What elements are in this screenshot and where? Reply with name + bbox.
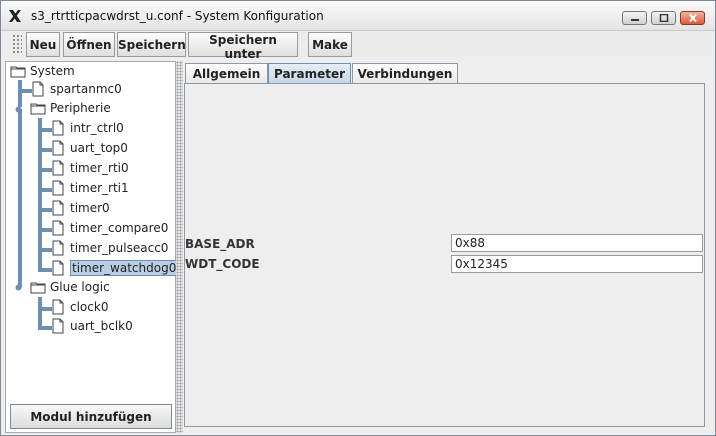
tree-node-timer-pulseacc0[interactable]: timer_pulseacc0: [50, 239, 168, 257]
toolbar-grip[interactable]: [12, 34, 22, 54]
x-window-icon: [9, 10, 21, 22]
tree-node-timer-watchdog0[interactable]: timer_watchdog0: [50, 259, 179, 277]
tree-node-label: System: [30, 64, 75, 78]
maximize-button[interactable]: [651, 11, 676, 25]
file-icon: [52, 318, 64, 334]
tree-node-label: clock0: [70, 300, 109, 314]
save-button[interactable]: Speichern: [117, 32, 186, 57]
tree-connector: [18, 80, 22, 107]
close-icon: [688, 14, 697, 22]
tab-verbindungen[interactable]: Verbindungen: [352, 63, 458, 83]
component-tree-panel: System spartanmc0 Peripherie intr_ctrl0 …: [5, 61, 179, 433]
tree-node-label: uart_top0: [70, 141, 128, 155]
file-icon: [52, 160, 64, 176]
expand-handle-icon[interactable]: [14, 283, 23, 292]
minimize-icon: [630, 19, 639, 21]
tab-allgemein[interactable]: Allgemein: [185, 63, 268, 83]
tree-node-timer-rti1[interactable]: timer_rti1: [50, 179, 129, 197]
tree-node-spartanmc0[interactable]: spartanmc0: [30, 80, 122, 98]
tree-node-label: intr_ctrl0: [70, 121, 124, 135]
parameter-panel: BASE_ADR WDT_CODE: [184, 83, 705, 427]
save-as-button[interactable]: Speichern unter: [188, 32, 298, 61]
file-icon: [52, 220, 64, 236]
param-value-base-adr[interactable]: [451, 234, 703, 252]
param-value-wdt-code[interactable]: [451, 255, 703, 273]
tree-node-label: Peripherie: [50, 101, 111, 115]
tree-node-label: timer_rti1: [70, 181, 129, 195]
tree-node-label: timer_rti0: [70, 161, 129, 175]
add-module-button[interactable]: Modul hinzufügen: [10, 404, 172, 429]
file-icon: [52, 200, 64, 216]
tree-node-label: spartanmc0: [50, 82, 122, 96]
close-button[interactable]: [680, 11, 705, 25]
make-button[interactable]: Make: [308, 32, 352, 57]
tree-node-clock0[interactable]: clock0: [50, 298, 108, 316]
tree-node-label: Glue logic: [50, 280, 110, 294]
tree-node-label: uart_bclk0: [70, 319, 133, 333]
tree-node-timer0[interactable]: timer0: [50, 199, 110, 217]
tree-node-glue-logic[interactable]: Glue logic: [30, 278, 110, 296]
tree-node-uart-top0[interactable]: uart_top0: [50, 139, 128, 157]
window-title: s3_rtrtticpacwdrst_u.conf - System Konfi…: [31, 9, 324, 23]
title-bar[interactable]: s3_rtrtticpacwdrst_u.conf - System Konfi…: [1, 1, 715, 31]
folder-open-icon: [30, 103, 46, 115]
tree-node-label: timer_pulseacc0: [70, 241, 169, 255]
toolbar: Neu Öffnen Speichern Speichern unter Mak…: [2, 31, 714, 61]
tree-node-label: timer_watchdog0: [70, 260, 179, 276]
tree-node-system[interactable]: System: [10, 62, 75, 80]
folder-open-icon: [30, 282, 46, 294]
file-icon: [52, 140, 64, 156]
param-label-base-adr: BASE_ADR: [185, 237, 255, 251]
split-pane-divider[interactable]: [176, 61, 183, 433]
tree-node-label: timer_compare0: [70, 221, 169, 235]
param-label-wdt-code: WDT_CODE: [185, 257, 260, 271]
new-button[interactable]: Neu: [26, 32, 60, 57]
file-icon: [52, 260, 64, 276]
file-icon: [52, 180, 64, 196]
tree-node-label: timer0: [70, 201, 110, 215]
file-icon: [32, 81, 44, 97]
minimize-button[interactable]: [622, 11, 647, 25]
tree-connector: [18, 109, 22, 287]
tree-node-timer-rti0[interactable]: timer_rti0: [50, 159, 129, 177]
tree-connector: [38, 297, 42, 327]
file-icon: [52, 240, 64, 256]
tree-node-peripherie[interactable]: Peripherie: [30, 99, 111, 117]
open-button[interactable]: Öffnen: [63, 32, 115, 57]
main-window: s3_rtrtticpacwdrst_u.conf - System Konfi…: [0, 0, 716, 436]
tab-parameter[interactable]: Parameter: [268, 63, 351, 84]
expand-handle-icon[interactable]: [14, 105, 23, 114]
tree-node-intr-ctrl0[interactable]: intr_ctrl0: [50, 119, 124, 137]
file-icon: [52, 299, 64, 315]
folder-open-icon: [10, 66, 26, 78]
maximize-icon: [659, 14, 668, 22]
tree-node-uart-bclk0[interactable]: uart_bclk0: [50, 317, 133, 335]
file-icon: [52, 120, 64, 136]
tree-node-timer-compare0[interactable]: timer_compare0: [50, 219, 168, 237]
